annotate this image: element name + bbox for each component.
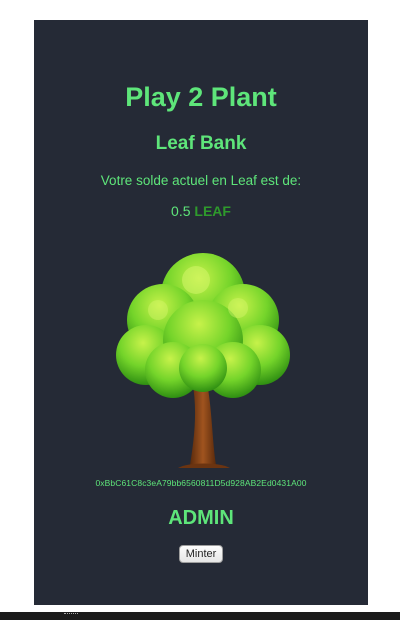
balance-unit: LEAF <box>194 203 231 219</box>
minter-button[interactable]: Minter <box>179 545 223 563</box>
bank-subtitle: Leaf Bank <box>155 133 247 154</box>
wallet-address: 0xBbC61C8c3eA79bb6560811D5d928AB2Ed0431A… <box>95 478 307 488</box>
bottom-bar <box>0 612 400 620</box>
balance-label: Votre solde actuel en Leaf est de: <box>100 173 302 188</box>
bottom-bar-handle <box>64 613 78 616</box>
app-screen: Play 2 Plant Leaf Bank Votre solde actue… <box>34 20 368 605</box>
balance-value: 0.5 LEAF <box>34 203 368 219</box>
admin-heading: ADMIN <box>168 507 234 529</box>
balance-amount: 0.5 <box>171 203 191 219</box>
app-title: Play 2 Plant <box>125 82 277 112</box>
tree-icon <box>116 253 290 468</box>
